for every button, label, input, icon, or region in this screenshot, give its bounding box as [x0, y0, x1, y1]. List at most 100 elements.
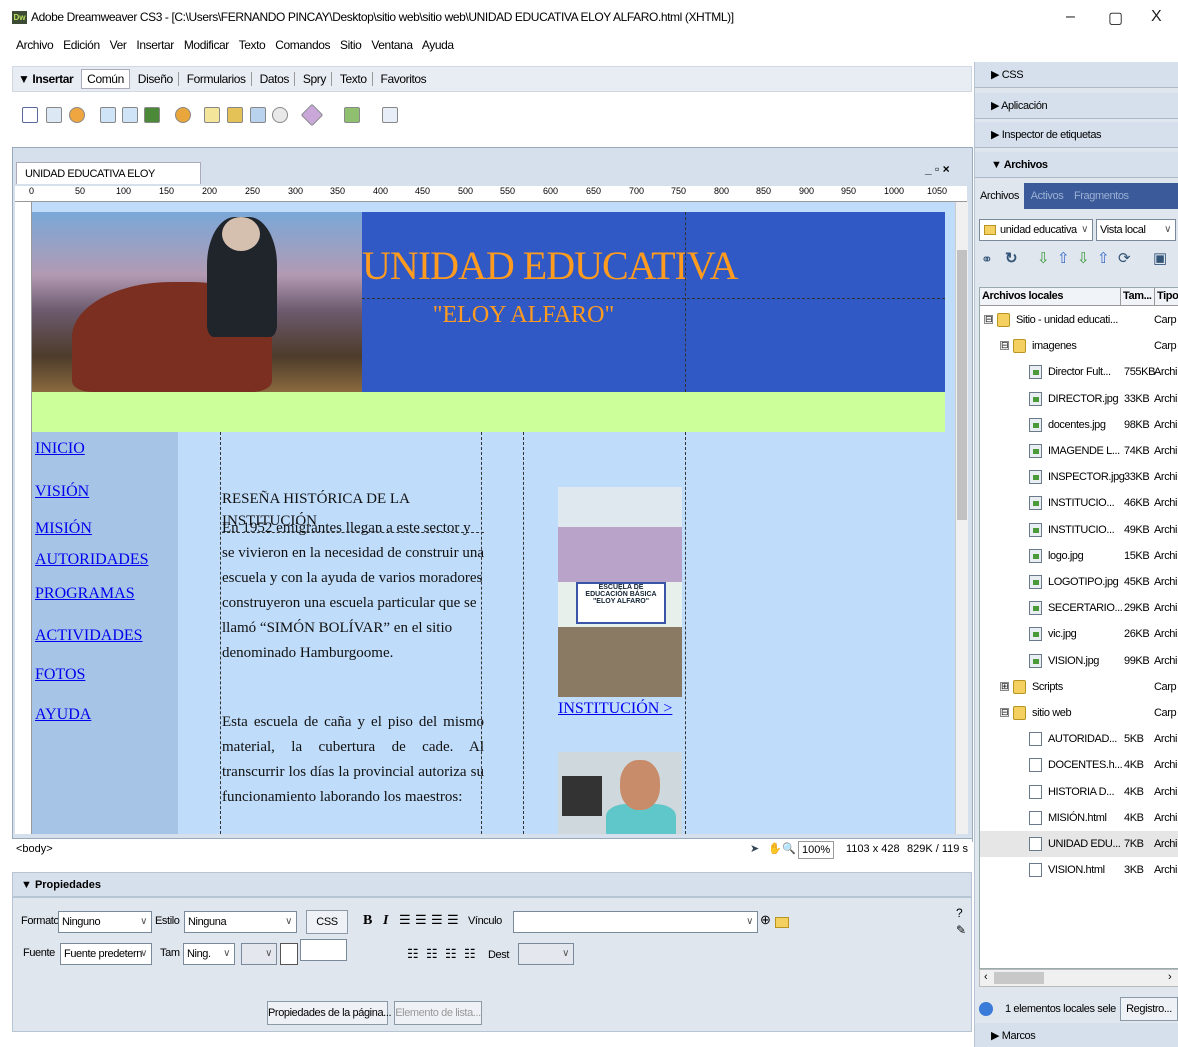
- unordered-list-icon[interactable]: ☷: [407, 946, 419, 962]
- folder-row[interactable]: ⊟ Sitio - unidad educati... Carp: [980, 307, 1178, 333]
- file-row[interactable]: INSTITUCIO... 49KB Archi: [980, 517, 1178, 543]
- nav-actividades-link[interactable]: ACTIVIDADES: [35, 627, 143, 645]
- menu-texto[interactable]: Texto: [239, 38, 266, 52]
- col-size-header[interactable]: Tam...: [1120, 288, 1152, 305]
- view-select[interactable]: Vista local ∨: [1096, 219, 1176, 241]
- menu-insertar[interactable]: Insertar: [136, 38, 174, 52]
- site-select[interactable]: unidad educativa ∨: [979, 219, 1093, 241]
- indent-icon[interactable]: ☷: [464, 946, 476, 962]
- files-horizontal-scrollbar[interactable]: ‹ ›: [979, 969, 1178, 987]
- justify-icon[interactable]: ☰: [447, 912, 459, 928]
- check-in-icon[interactable]: ⇧: [1097, 249, 1110, 267]
- col-name-header[interactable]: Archivos locales: [982, 288, 1063, 305]
- comment-icon[interactable]: [250, 107, 266, 123]
- tree-toggle-icon[interactable]: ⊟: [1000, 341, 1009, 351]
- tree-toggle-icon[interactable]: ⊞: [1000, 681, 1009, 691]
- tam-select[interactable]: Ning. ∨: [183, 943, 235, 965]
- nav-vision-link[interactable]: VISIÓN: [35, 483, 89, 501]
- institucion-link[interactable]: INSTITUCIÓN >: [558, 700, 672, 718]
- refresh-icon[interactable]: ↻: [1005, 249, 1018, 267]
- registro-button[interactable]: Registro...: [1120, 997, 1178, 1021]
- file-row[interactable]: VISION.html 3KB Archi: [980, 857, 1178, 883]
- help-icon[interactable]: ?: [956, 906, 963, 920]
- marcos-panel-header[interactable]: ▶ Marcos: [975, 1023, 1178, 1047]
- folder-row[interactable]: ⊟ sitio web Carp: [980, 700, 1178, 726]
- date-icon[interactable]: [204, 107, 220, 123]
- file-row[interactable]: logo.jpg 15KB Archi: [980, 543, 1178, 569]
- select-tool-icon[interactable]: ➤: [750, 839, 759, 859]
- menu-modificar[interactable]: Modificar: [184, 38, 229, 52]
- close-button[interactable]: X: [1151, 8, 1162, 26]
- get-files-icon[interactable]: ⇩: [1037, 249, 1050, 267]
- anchor-icon[interactable]: [69, 107, 85, 123]
- media-icon[interactable]: [175, 107, 191, 123]
- email-link-icon[interactable]: [46, 107, 62, 123]
- page-properties-button[interactable]: Propiedades de la página...: [267, 1001, 392, 1025]
- hand-tool-icon[interactable]: ✋: [768, 839, 782, 859]
- head-icon[interactable]: [272, 107, 288, 123]
- color-swatch[interactable]: [280, 943, 298, 965]
- minimize-button[interactable]: –: [1066, 8, 1075, 26]
- italic-button[interactable]: I: [383, 913, 388, 929]
- file-row[interactable]: HISTORIA D... 4KB Archi: [980, 779, 1178, 805]
- file-row[interactable]: INSTITUCIO... 46KB Archi: [980, 490, 1178, 516]
- archivos-panel-header[interactable]: ▼ Archivos: [975, 152, 1178, 178]
- zoom-select[interactable]: 100%: [798, 841, 835, 859]
- server-include-icon[interactable]: [227, 107, 243, 123]
- tag-selector[interactable]: <body>: [16, 839, 53, 859]
- col-type-header[interactable]: Tipo: [1154, 288, 1178, 305]
- table-icon[interactable]: [100, 107, 116, 123]
- tab-texto[interactable]: Texto: [335, 72, 373, 86]
- scroll-left-icon[interactable]: ‹: [984, 971, 988, 983]
- nav-autoridades-link[interactable]: AUTORIDADES: [35, 551, 148, 569]
- browse-folder-icon[interactable]: [775, 917, 789, 928]
- menu-ventana[interactable]: Ventana: [371, 38, 413, 52]
- formato-select[interactable]: Ninguno ∨: [58, 911, 152, 933]
- tab-comun[interactable]: Común: [81, 69, 130, 89]
- menu-ayuda[interactable]: Ayuda: [422, 38, 454, 52]
- tab-fragmentos[interactable]: Fragmentos: [1070, 190, 1133, 202]
- zoom-tool-icon[interactable]: 🔍: [782, 839, 796, 859]
- tab-archivos[interactable]: Archivos: [975, 183, 1024, 209]
- div-icon[interactable]: [122, 107, 138, 123]
- nav-programas-link[interactable]: PROGRAMAS: [35, 585, 135, 603]
- scrollbar-thumb[interactable]: [957, 250, 967, 520]
- snippet-icon[interactable]: [382, 107, 398, 123]
- scroll-right-icon[interactable]: ›: [1168, 971, 1172, 983]
- menu-ver[interactable]: Ver: [110, 38, 127, 52]
- nav-mision-link[interactable]: MISIÓN: [35, 520, 92, 538]
- nav-fotos-link[interactable]: FOTOS: [35, 666, 85, 684]
- file-row[interactable]: UNIDAD EDU... 7KB Archi: [980, 831, 1178, 857]
- bold-button[interactable]: B: [363, 913, 372, 929]
- scrollbar-thumb[interactable]: [994, 972, 1044, 984]
- tab-favoritos[interactable]: Favoritos: [376, 72, 432, 86]
- file-row[interactable]: DIRECTOR.jpg 33KB Archi: [980, 386, 1178, 412]
- file-row[interactable]: AUTORIDAD... 5KB Archi: [980, 726, 1178, 752]
- menu-sitio[interactable]: Sitio: [340, 38, 362, 52]
- color-input[interactable]: [300, 939, 347, 961]
- tab-formularios[interactable]: Formularios: [182, 72, 252, 86]
- tab-datos[interactable]: Datos: [255, 72, 295, 86]
- ordered-list-icon[interactable]: ☷: [426, 946, 438, 962]
- document-tab[interactable]: UNIDAD EDUCATIVA ELOY ALFARO.html: [16, 162, 201, 202]
- tab-spry[interactable]: Spry: [298, 72, 332, 86]
- insert-title[interactable]: ▼ Insertar: [13, 72, 78, 86]
- tag-chooser-icon[interactable]: [344, 107, 360, 123]
- image-icon[interactable]: [144, 107, 160, 123]
- inspector-panel-header[interactable]: ▶ Inspector de etiquetas: [975, 122, 1178, 148]
- file-row[interactable]: docentes.jpg 98KB Archi: [980, 412, 1178, 438]
- file-row[interactable]: DOCENTES.h... 4KB Archi: [980, 752, 1178, 778]
- folder-row[interactable]: ⊟ imagenes Carp: [980, 333, 1178, 359]
- menu-comandos[interactable]: Comandos: [275, 38, 330, 52]
- tab-diseno[interactable]: Diseño: [133, 72, 179, 86]
- tab-activos[interactable]: Activos: [1027, 190, 1068, 202]
- outdent-icon[interactable]: ☷: [445, 946, 457, 962]
- file-row[interactable]: vic.jpg 26KB Archi: [980, 621, 1178, 647]
- file-row[interactable]: IMAGENDE L... 74KB Archi: [980, 438, 1178, 464]
- canvas-scrollbar[interactable]: [955, 202, 968, 834]
- css-panel-header[interactable]: ▶ CSS: [975, 62, 1178, 88]
- put-files-icon[interactable]: ⇧: [1057, 249, 1070, 267]
- properties-header[interactable]: ▼ Propiedades: [12, 872, 972, 897]
- connect-icon[interactable]: ⚭: [981, 251, 993, 268]
- quick-tag-editor-icon[interactable]: ✎: [956, 923, 966, 937]
